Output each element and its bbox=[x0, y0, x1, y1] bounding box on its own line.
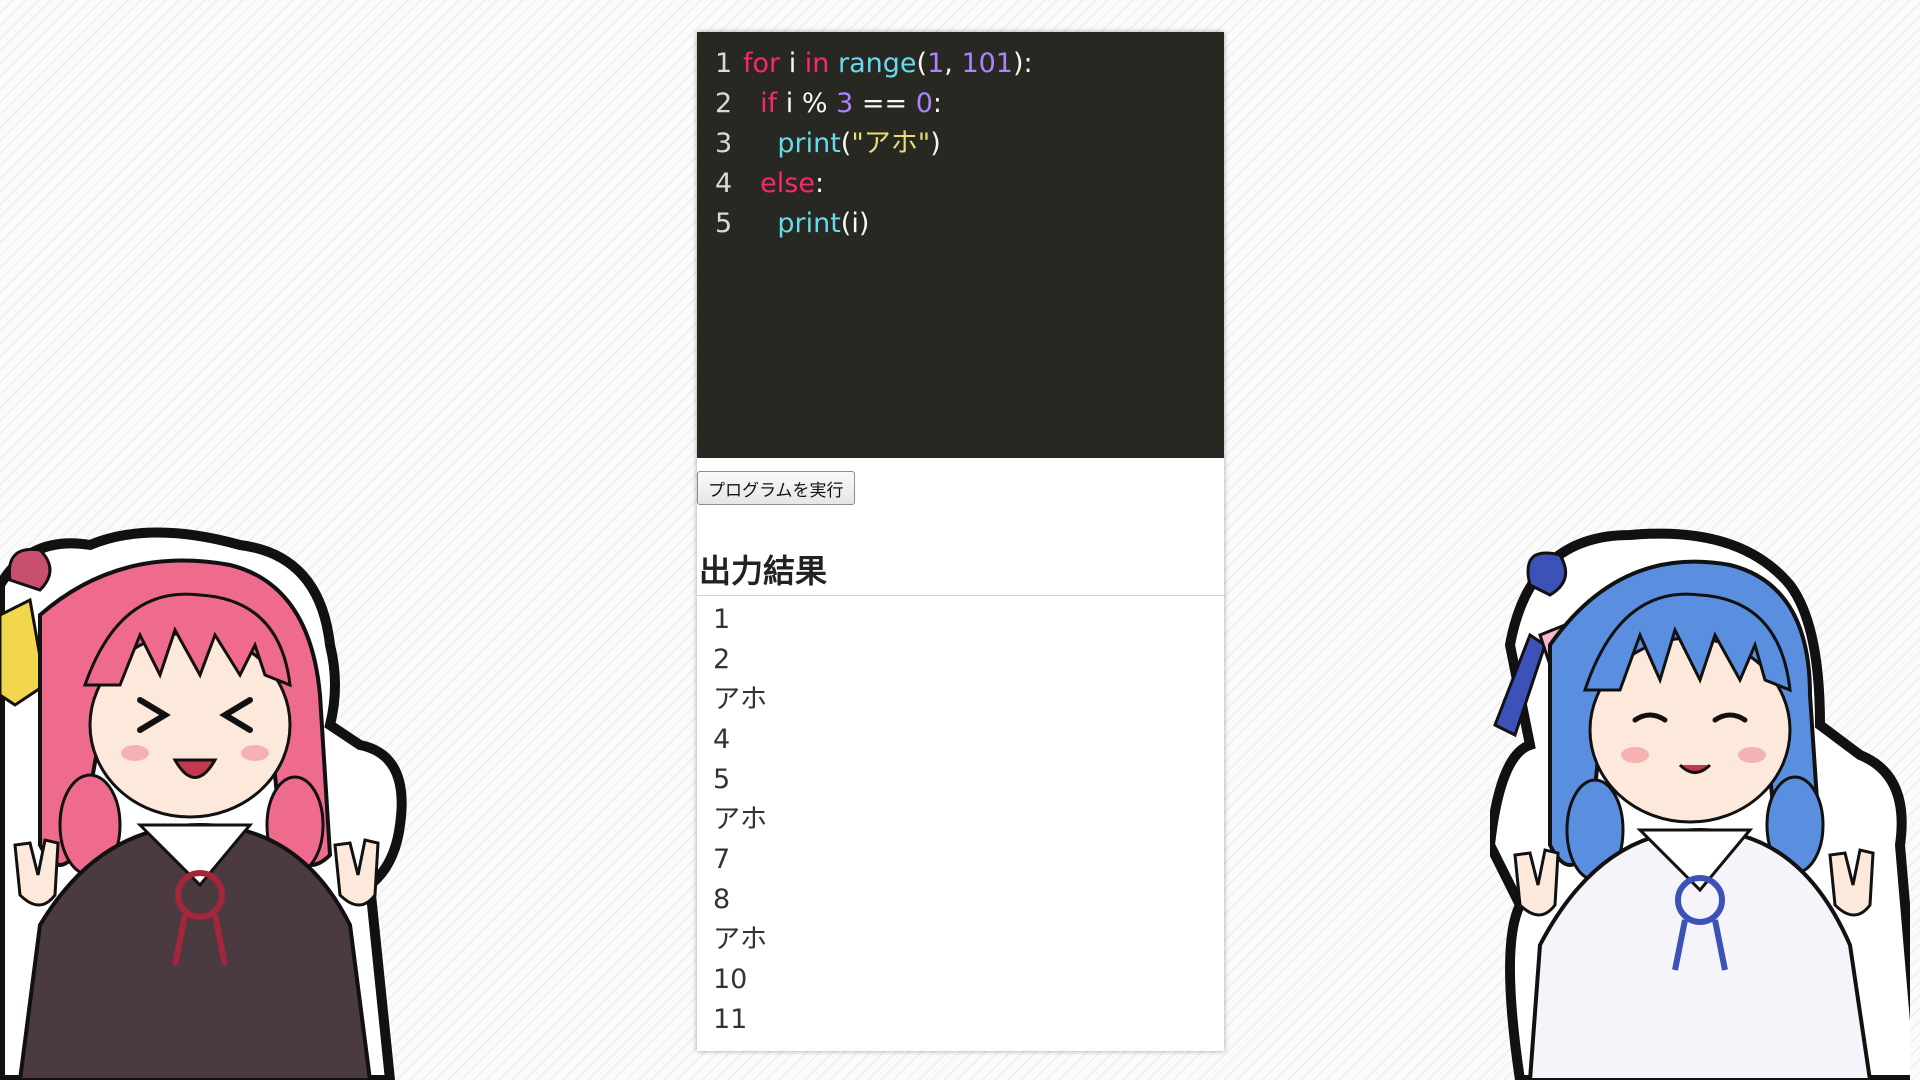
output-line: 2 bbox=[713, 644, 731, 675]
run-program-button[interactable]: プログラムを実行 bbox=[697, 471, 855, 505]
code-token: ): bbox=[1012, 48, 1033, 79]
code-token: i bbox=[780, 48, 805, 79]
code-text: for i in range(1, 101): bbox=[743, 44, 1033, 84]
code-token: , bbox=[944, 48, 962, 79]
output-divider bbox=[697, 595, 1224, 596]
output-line: 5 bbox=[713, 764, 731, 795]
code-token: range bbox=[838, 48, 917, 79]
code-token: : bbox=[932, 88, 942, 119]
code-token: (i) bbox=[840, 208, 870, 239]
code-token: else bbox=[760, 168, 815, 199]
output-line: 10 bbox=[713, 964, 748, 995]
code-token: ) bbox=[930, 128, 941, 159]
output-line: 7 bbox=[713, 844, 731, 875]
code-editor[interactable]: 1 for i in range(1, 101): 2 if i % 3 == 0:… bbox=[697, 32, 1224, 458]
code-token: if bbox=[760, 88, 778, 119]
line-number: 5 bbox=[715, 208, 733, 239]
output-line: 8 bbox=[713, 884, 731, 915]
output-line: 4 bbox=[713, 724, 731, 755]
output-heading: 出力結果 bbox=[699, 552, 828, 590]
program-panel: 1 for i in range(1, 101): 2 if i % 3 == 0:… bbox=[697, 32, 1224, 1051]
code-text: else: bbox=[743, 164, 824, 204]
character-illustration-right bbox=[1490, 528, 1910, 1080]
code-token: 0 bbox=[915, 88, 933, 119]
line-number: 3 bbox=[715, 128, 733, 159]
output-list: 1 2 アホ 4 5 アホ 7 8 アホ 10 11 bbox=[713, 600, 767, 1040]
code-text: print("アホ") bbox=[743, 124, 941, 164]
output-line: 1 bbox=[713, 604, 731, 635]
code-token: for bbox=[743, 48, 781, 79]
line-number: 4 bbox=[715, 168, 733, 199]
code-token: 1 bbox=[927, 48, 945, 79]
code-token: in bbox=[804, 48, 830, 79]
character-illustration-left bbox=[0, 527, 407, 1080]
code-token: == bbox=[853, 88, 916, 119]
line-number: 2 bbox=[715, 88, 733, 119]
code-token: i % bbox=[777, 88, 837, 119]
code-token: : bbox=[814, 168, 825, 199]
output-line: アホ bbox=[713, 804, 767, 835]
code-token: 101 bbox=[961, 48, 1013, 79]
code-token: 3 bbox=[836, 88, 854, 119]
code-token: ( bbox=[840, 128, 852, 159]
code-token: ( bbox=[916, 48, 928, 79]
code-token: print bbox=[777, 128, 841, 159]
output-line: アホ bbox=[713, 684, 767, 715]
code-text: print(i) bbox=[743, 204, 869, 244]
line-number: 1 bbox=[715, 48, 733, 79]
code-token: print bbox=[777, 208, 841, 239]
code-text: if i % 3 == 0: bbox=[743, 84, 942, 124]
output-line: 11 bbox=[713, 1004, 748, 1035]
output-line: アホ bbox=[713, 924, 767, 955]
code-token: "アホ" bbox=[851, 128, 931, 159]
